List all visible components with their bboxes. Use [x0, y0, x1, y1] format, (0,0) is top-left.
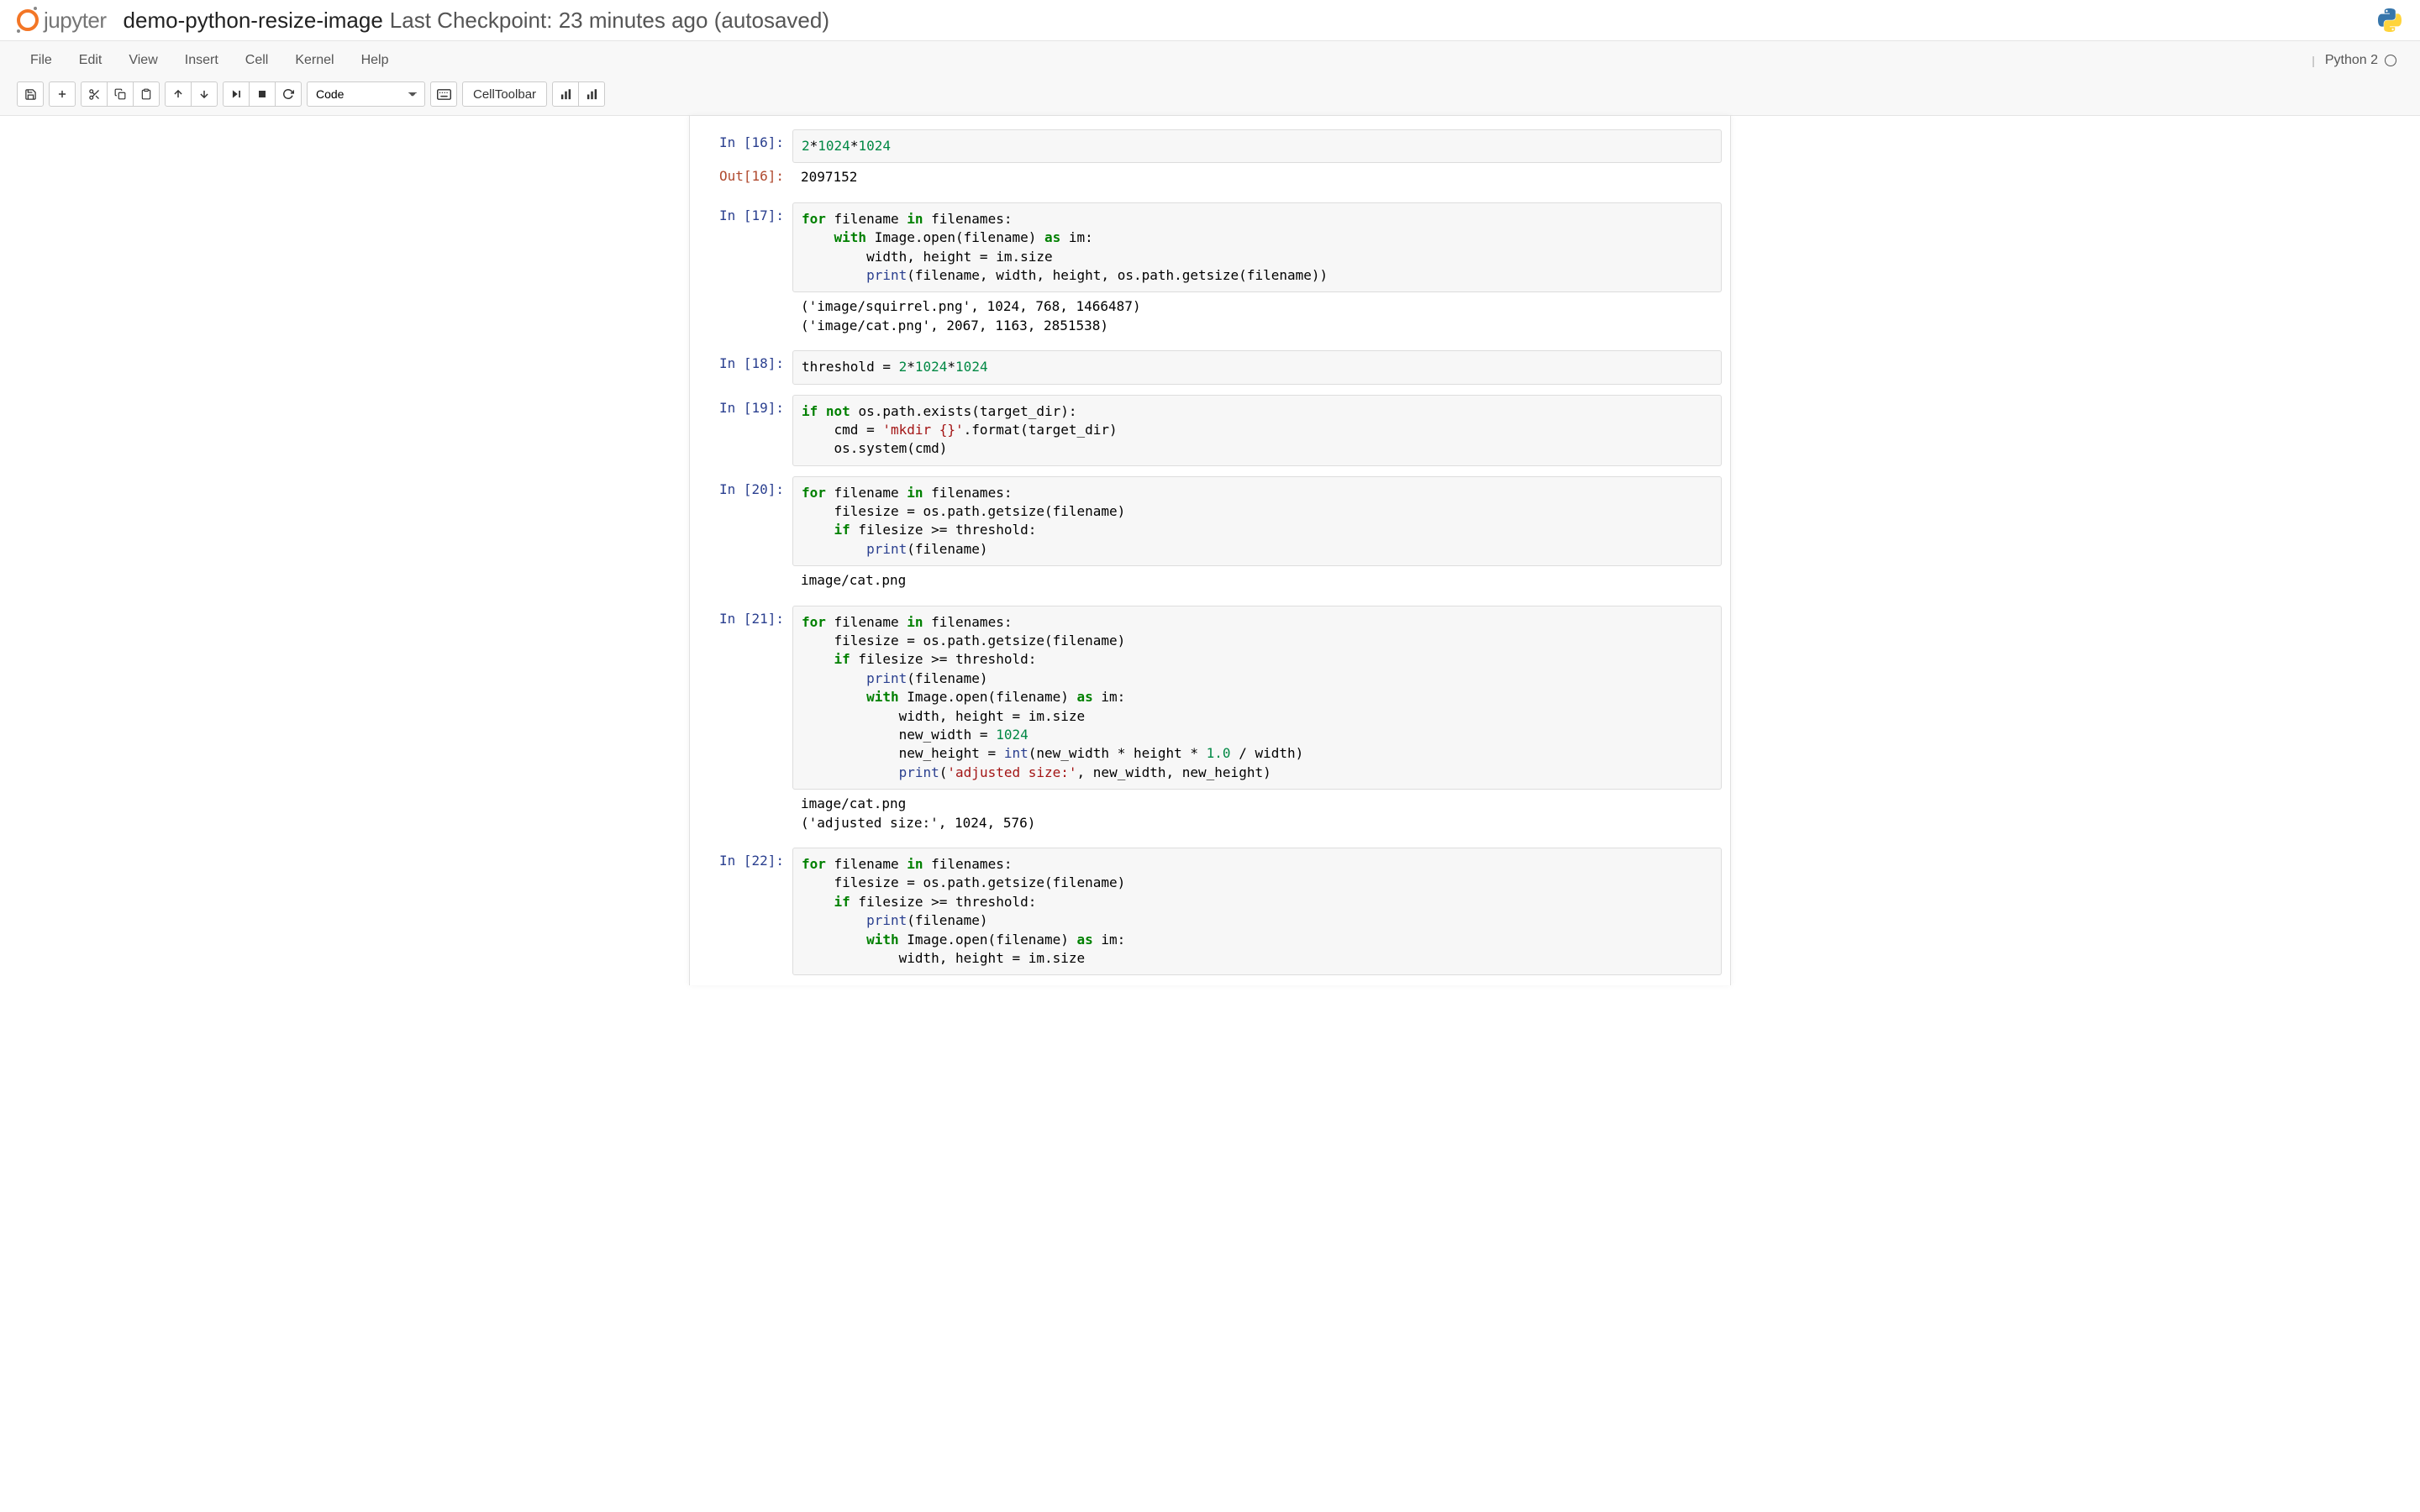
chart-button-1[interactable] [552, 81, 579, 107]
code-cell[interactable]: In [19]:if not os.path.exists(target_dir… [698, 395, 1722, 466]
chart-group [552, 81, 605, 107]
insert-cell-button[interactable] [49, 81, 76, 107]
clipboard-icon [140, 88, 152, 100]
cell-output: ('image/squirrel.png', 1024, 768, 146648… [792, 292, 1722, 340]
notebook-header: jupyter demo-python-resize-image Last Ch… [0, 0, 2420, 41]
input-prompt: In [22]: [698, 848, 792, 874]
copy-button[interactable] [107, 81, 134, 107]
scissors-icon [88, 88, 101, 101]
menu-kernel[interactable]: Kernel [281, 45, 347, 76]
step-forward-icon [230, 88, 242, 100]
interrupt-button[interactable] [249, 81, 276, 107]
jupyter-logo-text: jupyter [44, 8, 107, 34]
code-input[interactable]: for filename in filenames: filesize = os… [792, 848, 1722, 975]
input-prompt: In [19]: [698, 395, 792, 421]
notebook-title[interactable]: demo-python-resize-image [124, 8, 383, 34]
menu-view[interactable]: View [115, 45, 171, 76]
move-up-button[interactable] [165, 81, 192, 107]
content-wrap: In [16]:2*1024*1024Out[16]:2097152In [17… [0, 116, 2420, 1019]
input-prompt: In [16]: [698, 129, 792, 155]
refresh-icon [282, 88, 294, 100]
move-down-button[interactable] [191, 81, 218, 107]
code-input[interactable]: for filename in filenames: with Image.op… [792, 202, 1722, 293]
cell-output: 2097152 [792, 163, 1722, 192]
jupyter-logo[interactable]: jupyter [17, 8, 107, 34]
jupyter-logo-icon [17, 9, 39, 31]
output-prompt [698, 790, 792, 800]
menu-cell[interactable]: Cell [232, 45, 282, 76]
menubar: FileEditViewInsertCellKernelHelp | Pytho… [0, 41, 2420, 76]
output-prompt [698, 566, 792, 576]
save-icon [24, 88, 37, 101]
menu-insert[interactable]: Insert [171, 45, 232, 76]
restart-button[interactable] [275, 81, 302, 107]
cell-type-select[interactable]: CodeMarkdownRaw NBConvertHeading [307, 81, 425, 107]
bar-chart-icon [586, 88, 598, 101]
arrow-down-icon [198, 88, 210, 100]
code-input[interactable]: for filename in filenames: filesize = os… [792, 606, 1722, 790]
code-cell[interactable]: In [16]:2*1024*1024Out[16]:2097152 [698, 129, 1722, 192]
output-prompt: Out[16]: [698, 163, 792, 189]
menubar-toolbar-wrap: FileEditViewInsertCellKernelHelp | Pytho… [0, 41, 2420, 116]
move-cell-group [165, 81, 218, 107]
save-button[interactable] [17, 81, 44, 107]
code-input[interactable]: threshold = 2*1024*1024 [792, 350, 1722, 384]
kernel-name[interactable]: Python 2 [2325, 53, 2378, 68]
kernel-status-icon [2385, 55, 2396, 66]
stop-icon [257, 89, 267, 99]
python-logo-icon [2376, 7, 2403, 34]
paste-button[interactable] [133, 81, 160, 107]
input-prompt: In [18]: [698, 350, 792, 376]
menu-edit[interactable]: Edit [66, 45, 116, 76]
arrow-up-icon [172, 88, 184, 100]
kernel-indicator: | Python 2 [2312, 53, 2403, 68]
cut-button[interactable] [81, 81, 108, 107]
code-input[interactable]: for filename in filenames: filesize = os… [792, 476, 1722, 567]
cell-output: image/cat.png [792, 566, 1722, 595]
code-cell[interactable]: In [17]:for filename in filenames: with … [698, 202, 1722, 340]
menu-help[interactable]: Help [348, 45, 402, 76]
run-button[interactable] [223, 81, 250, 107]
code-cell[interactable]: In [21]:for filename in filenames: files… [698, 606, 1722, 837]
menu-file[interactable]: File [17, 45, 66, 76]
cell-toolbar-button[interactable]: CellToolbar [462, 81, 547, 107]
code-input[interactable]: 2*1024*1024 [792, 129, 1722, 163]
copy-icon [114, 88, 126, 100]
run-control-group [223, 81, 302, 107]
chart-button-2[interactable] [578, 81, 605, 107]
command-palette-button[interactable] [430, 81, 457, 107]
checkpoint-status: Last Checkpoint: 23 minutes ago (autosav… [390, 8, 829, 34]
keyboard-icon [437, 89, 451, 100]
input-prompt: In [21]: [698, 606, 792, 632]
code-cell[interactable]: In [20]:for filename in filenames: files… [698, 476, 1722, 596]
plus-icon [56, 88, 68, 100]
bar-chart-icon [560, 88, 572, 101]
input-prompt: In [17]: [698, 202, 792, 228]
kernel-indicator-separator: | [2312, 54, 2315, 67]
code-cell[interactable]: In [22]:for filename in filenames: files… [698, 848, 1722, 975]
toolbar: CodeMarkdownRaw NBConvertHeading CellToo… [0, 76, 2420, 115]
input-prompt: In [20]: [698, 476, 792, 502]
code-input[interactable]: if not os.path.exists(target_dir): cmd =… [792, 395, 1722, 466]
code-cell[interactable]: In [18]:threshold = 2*1024*1024 [698, 350, 1722, 384]
output-prompt [698, 292, 792, 302]
cut-copy-paste-group [81, 81, 160, 107]
notebook-container: In [16]:2*1024*1024Out[16]:2097152In [17… [689, 116, 1731, 985]
cell-output: image/cat.png ('adjusted size:', 1024, 5… [792, 790, 1722, 837]
